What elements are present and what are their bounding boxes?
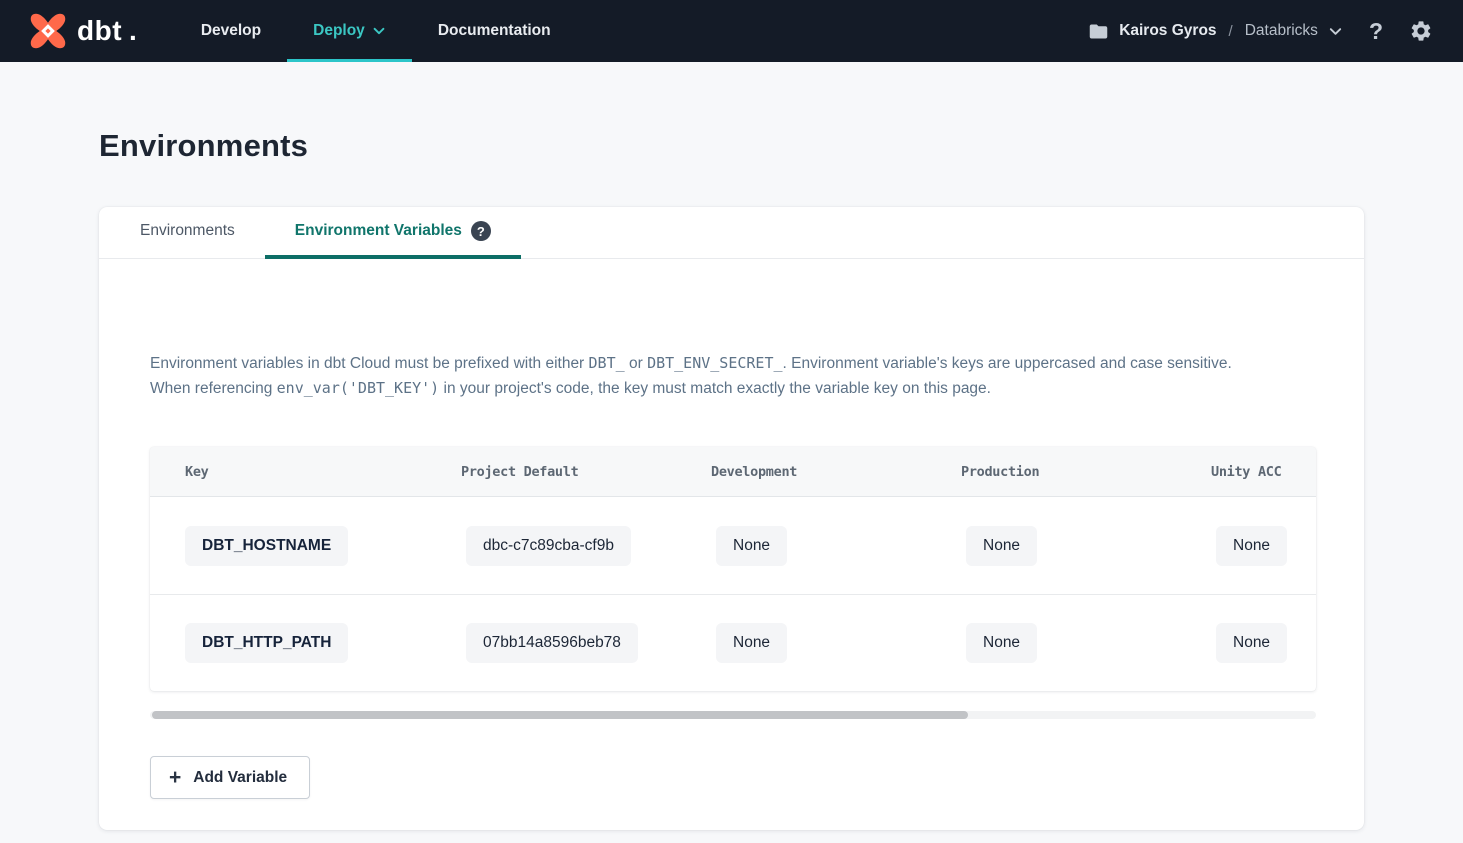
add-variable-label: Add Variable — [193, 769, 287, 787]
description-text: or — [625, 355, 647, 372]
cell-unity-acc: None — [1186, 623, 1316, 663]
nav-item-deploy[interactable]: Deploy — [287, 0, 412, 62]
description-text: in your project's code, the key must mat… — [439, 380, 991, 397]
tab-label: Environment Variables — [295, 222, 462, 240]
env-var-value-pill[interactable]: None — [1216, 526, 1287, 566]
env-var-key-pill[interactable]: DBT_HOSTNAME — [185, 526, 348, 566]
tab-environments[interactable]: Environments — [110, 207, 265, 259]
page-content: Environments Environments Environment Va… — [0, 128, 1463, 830]
help-circle-icon[interactable]: ? — [471, 221, 491, 241]
env-var-value-pill[interactable]: None — [716, 623, 787, 663]
cell-development: None — [686, 526, 936, 566]
question-mark-icon: ? — [1369, 18, 1383, 45]
main-nav: Develop Deploy Documentation — [175, 0, 577, 62]
horizontal-scrollbar-thumb[interactable] — [152, 711, 968, 719]
plus-icon: + — [169, 767, 181, 788]
env-var-value-pill[interactable]: None — [966, 526, 1037, 566]
nav-item-label: Deploy — [313, 22, 365, 40]
env-vars-table: Key Project Default Development Producti… — [150, 447, 1316, 691]
settings-button[interactable] — [1409, 19, 1433, 43]
nav-item-develop[interactable]: Develop — [175, 0, 287, 62]
column-header-key: Key — [150, 464, 436, 480]
code-snippet: DBT_ENV_SECRET_ — [647, 354, 782, 372]
column-header-project-default: Project Default — [436, 464, 686, 480]
horizontal-scrollbar-track[interactable] — [150, 711, 1316, 719]
dbt-logo[interactable]: dbt. — [28, 0, 137, 62]
nav-item-label: Develop — [201, 22, 261, 40]
tab-bar: Environments Environment Variables ? — [99, 207, 1364, 259]
description-text: When referencing — [150, 380, 277, 397]
question-mark-glyph: ? — [477, 224, 485, 239]
description-text: . Environment variable's keys are upperc… — [783, 355, 1232, 372]
code-snippet: DBT_ — [589, 354, 625, 372]
add-variable-button[interactable]: + Add Variable — [150, 756, 310, 799]
account-name: Kairos Gyros — [1119, 22, 1216, 40]
column-header-development: Development — [686, 464, 936, 480]
help-button[interactable]: ? — [1369, 18, 1383, 45]
env-var-value-pill[interactable]: None — [966, 623, 1037, 663]
code-snippet: env_var('DBT_KEY') — [277, 379, 440, 397]
page-title: Environments — [99, 128, 1364, 164]
env-var-key-pill[interactable]: DBT_HTTP_PATH — [185, 623, 348, 663]
cell-project-default: dbc-c7c89cba-cf9b — [436, 526, 686, 566]
cell-production: None — [936, 526, 1186, 566]
project-switcher[interactable]: Kairos Gyros / Databricks — [1088, 21, 1343, 42]
table-row: DBT_HOSTNAME dbc-c7c89cba-cf9b None None — [150, 497, 1316, 594]
env-var-value-pill[interactable]: None — [1216, 623, 1287, 663]
table-row: DBT_HTTP_PATH 07bb14a8596beb78 None None — [150, 594, 1316, 691]
tab-label: Environments — [140, 222, 235, 240]
breadcrumb-separator: / — [1227, 23, 1235, 40]
cell-production: None — [936, 623, 1186, 663]
chevron-down-icon — [1328, 24, 1343, 39]
env-var-value-pill[interactable]: dbc-c7c89cba-cf9b — [466, 526, 631, 566]
cell-key: DBT_HOSTNAME — [150, 526, 436, 566]
top-navbar: dbt. Develop Deploy Documentation Kairos… — [0, 0, 1463, 62]
nav-item-label: Documentation — [438, 22, 551, 40]
environments-card: Environments Environment Variables ? Env… — [99, 207, 1364, 830]
tab-panel-environment-variables: Environment variables in dbt Cloud must … — [99, 351, 1364, 799]
env-vars-description: Environment variables in dbt Cloud must … — [150, 351, 1313, 401]
project-name: Databricks — [1245, 22, 1318, 40]
chevron-down-icon — [372, 24, 386, 38]
cell-key: DBT_HTTP_PATH — [150, 623, 436, 663]
table-header-row: Key Project Default Development Producti… — [150, 447, 1316, 497]
column-header-unity-acc: Unity ACC — [1186, 464, 1316, 480]
dbt-logo-text: dbt — [77, 15, 122, 47]
column-header-production: Production — [936, 464, 1186, 480]
env-var-value-pill[interactable]: None — [716, 526, 787, 566]
cell-project-default: 07bb14a8596beb78 — [436, 623, 686, 663]
dbt-logo-icon — [28, 11, 68, 51]
cell-unity-acc: None — [1186, 526, 1316, 566]
gear-icon — [1409, 19, 1433, 43]
nav-item-documentation[interactable]: Documentation — [412, 0, 577, 62]
cell-development: None — [686, 623, 936, 663]
env-var-value-pill[interactable]: 07bb14a8596beb78 — [466, 623, 638, 663]
description-text: Environment variables in dbt Cloud must … — [150, 355, 589, 372]
dbt-logo-dot: . — [129, 15, 137, 47]
tab-environment-variables[interactable]: Environment Variables ? — [265, 207, 521, 259]
folder-icon — [1088, 21, 1109, 42]
